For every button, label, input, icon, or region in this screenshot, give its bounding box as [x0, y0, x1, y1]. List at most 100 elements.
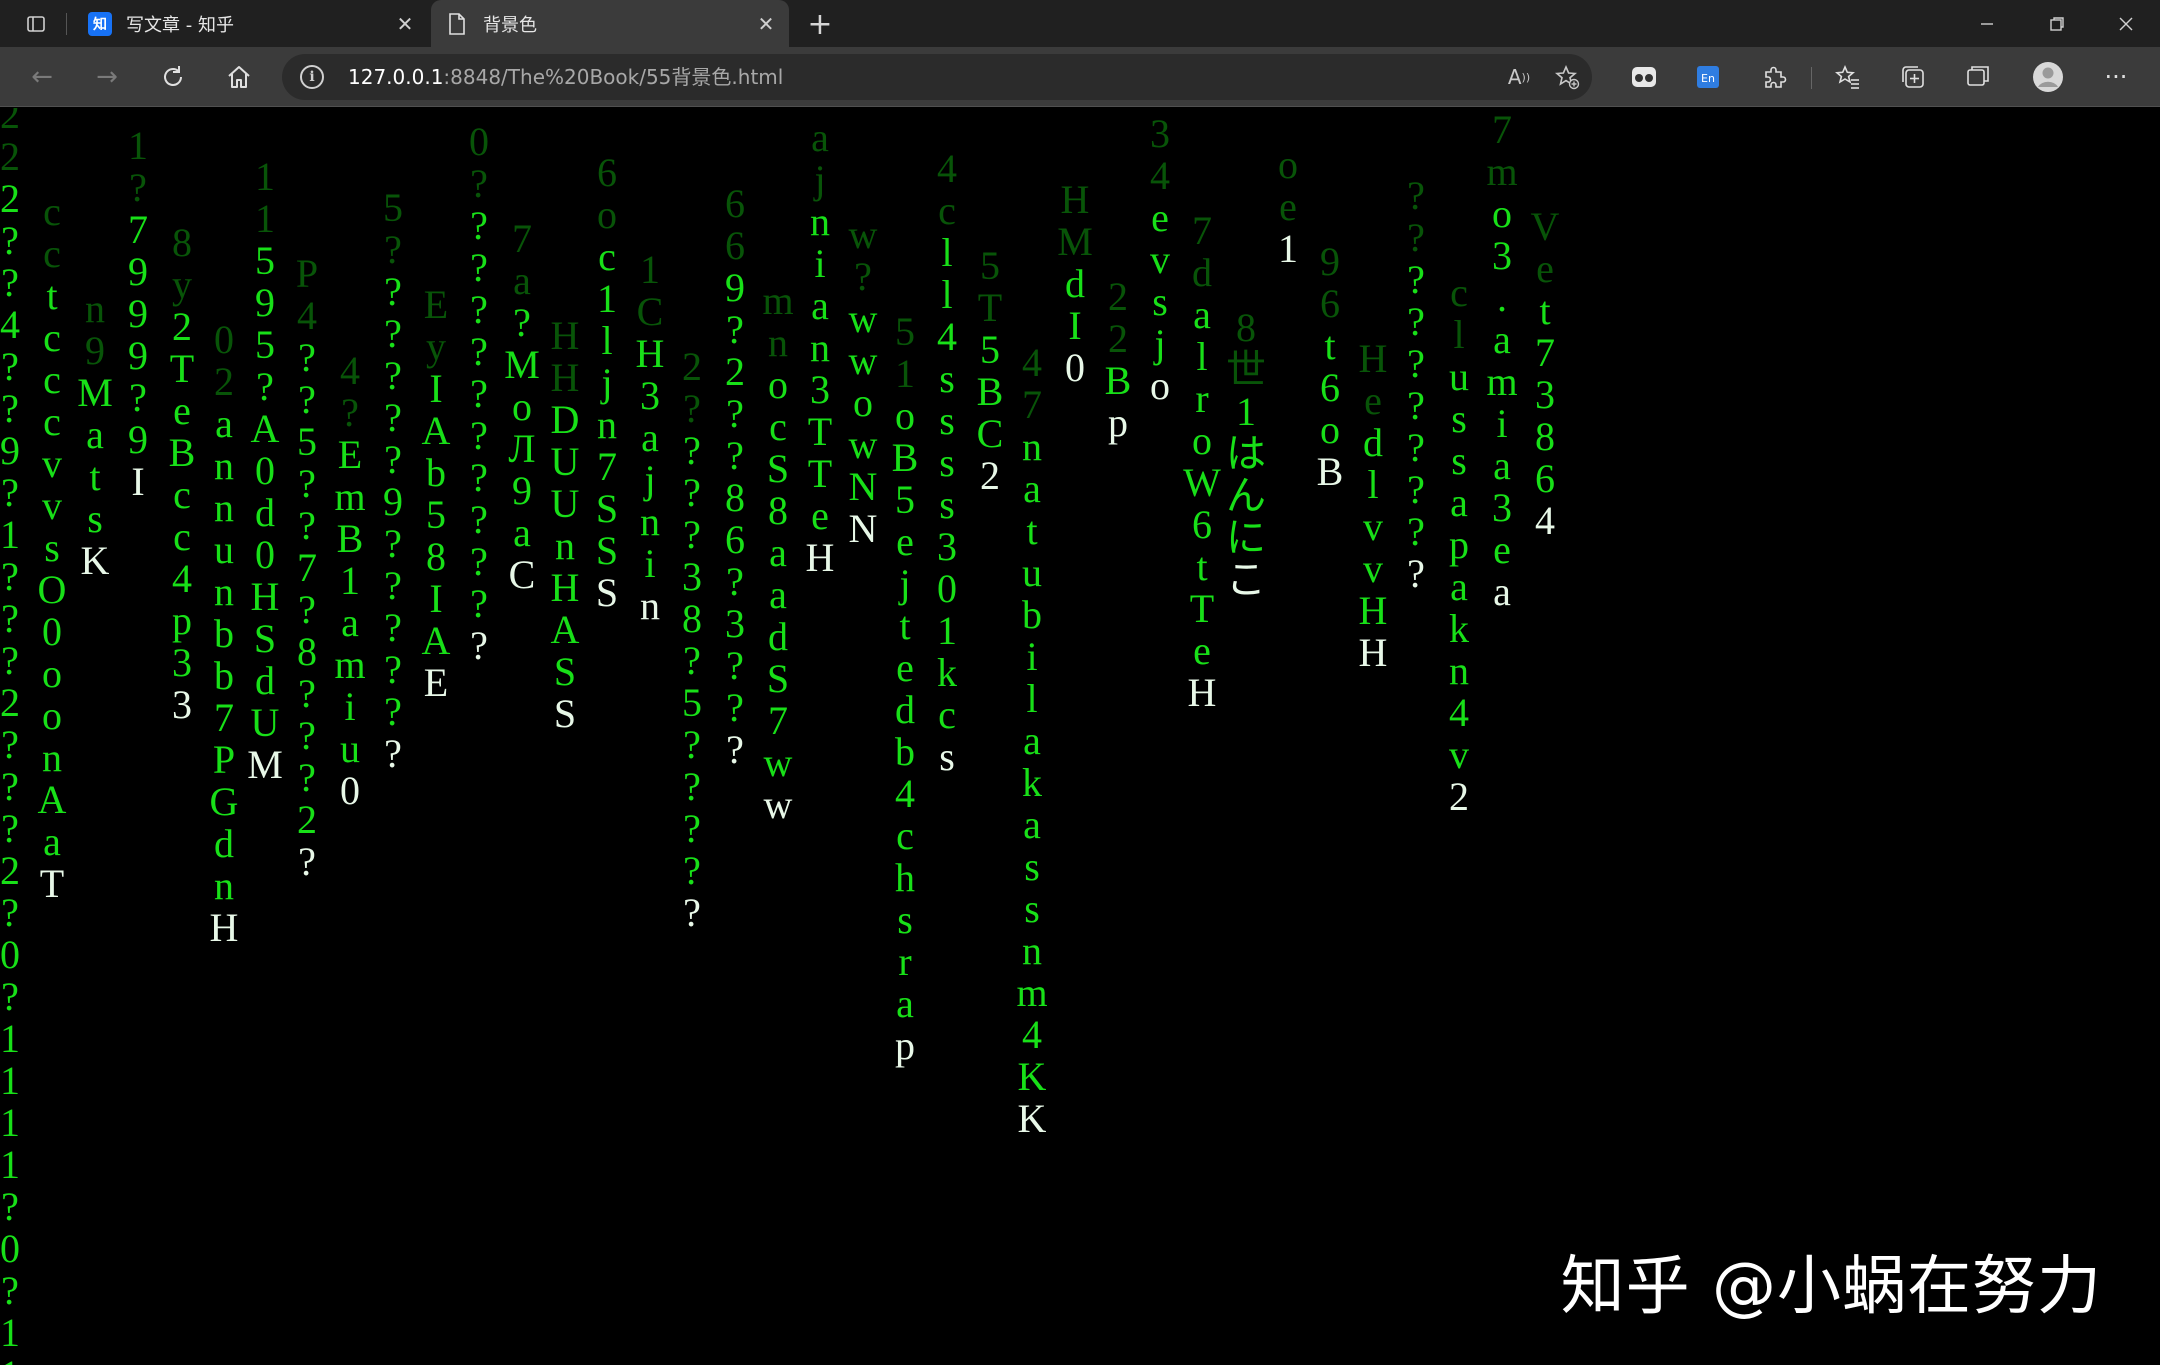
- rain-glyph: j: [599, 360, 612, 405]
- rain-glyph: 1: [0, 1016, 20, 1061]
- close-tab-icon[interactable]: ✕: [390, 12, 420, 36]
- rain-glyph: e: [1151, 195, 1169, 240]
- refresh-icon[interactable]: [151, 55, 195, 99]
- screenshot-share-icon[interactable]: [1956, 55, 2000, 99]
- rain-glyph: n: [555, 523, 575, 568]
- restore-icon[interactable]: [2025, 0, 2089, 47]
- rain-glyph: i: [1026, 634, 1037, 679]
- rain-glyph: c: [43, 189, 61, 234]
- rain-glyph: ?: [1407, 509, 1425, 554]
- rain-glyph: s: [87, 496, 103, 541]
- rain-glyph: 2: [0, 848, 20, 893]
- rain-glyph: a: [1493, 443, 1511, 488]
- rain-glyph: r: [1195, 376, 1208, 421]
- profile-avatar-icon[interactable]: [2026, 55, 2070, 99]
- rain-glyph: ?: [470, 539, 488, 584]
- rain-glyph: l: [941, 272, 952, 317]
- rain-glyph: A: [422, 618, 451, 663]
- tab-zhihu[interactable]: 知 写文章 - 知乎 ✕: [74, 0, 428, 47]
- rain-column: 1CH3ajnin: [636, 247, 665, 628]
- rain-column: 8y2TeBcc4p33: [169, 220, 196, 727]
- rain-glyph: S: [254, 616, 276, 661]
- rain-glyph: s: [44, 525, 60, 570]
- favorites-icon[interactable]: [1826, 55, 1870, 99]
- rain-glyph: t: [46, 273, 57, 318]
- rain-glyph: a: [769, 572, 787, 617]
- rain-glyph: ?: [1, 596, 19, 641]
- rain-glyph: i: [644, 541, 655, 586]
- rain-glyph: ?: [384, 647, 402, 692]
- new-tab-button[interactable]: +: [800, 4, 840, 44]
- rain-glyph: ?: [298, 335, 316, 380]
- rain-column: HHDUUnHASS: [551, 313, 580, 736]
- rain-glyph: e: [1279, 184, 1297, 229]
- rain-glyph: j: [642, 457, 655, 502]
- rain-glyph: ?: [513, 300, 531, 345]
- more-options-icon[interactable]: ···: [2094, 55, 2138, 99]
- rain-glyph: n: [640, 583, 660, 628]
- rain-glyph: ?: [384, 227, 402, 272]
- rain-glyph: ?: [384, 269, 402, 314]
- rain-glyph: n: [214, 863, 234, 908]
- rain-glyph: v: [1363, 504, 1383, 549]
- address-bar[interactable]: i 127.0.0.1:8848/The%20Book/55背景色.html A…: [282, 54, 1592, 100]
- url-path: :8848/The%20Book/55背景色.html: [443, 65, 784, 89]
- rain-glyph: p: [1449, 522, 1469, 567]
- rain-glyph: ?: [1, 554, 19, 599]
- add-favorite-icon[interactable]: [1552, 62, 1582, 92]
- read-aloud-icon[interactable]: A)): [1504, 62, 1534, 92]
- rain-glyph: 5: [255, 238, 275, 283]
- rain-glyph: ?: [683, 806, 701, 851]
- rain-glyph: I: [1068, 303, 1081, 348]
- rain-glyph: c: [938, 692, 956, 737]
- rain-glyph: w: [764, 740, 793, 785]
- rain-glyph: 2: [0, 176, 20, 221]
- rain-glyph: 4: [1022, 1012, 1042, 1057]
- tab-actions-icon[interactable]: [4, 0, 68, 47]
- rain-glyph: 4: [340, 348, 360, 393]
- rain-glyph: ?: [1, 1268, 19, 1313]
- rain-glyph: n: [768, 320, 788, 365]
- rain-glyph: a: [1450, 480, 1468, 525]
- rain-glyph: a: [641, 415, 659, 460]
- rain-glyph: v: [42, 483, 62, 528]
- rain-glyph: Л: [508, 426, 535, 471]
- collections-icon[interactable]: [1891, 55, 1935, 99]
- back-arrow-icon[interactable]: ←: [20, 55, 64, 99]
- rain-glyph: v: [42, 441, 62, 486]
- rain-glyph: ?: [726, 433, 744, 478]
- rain-glyph: ?: [683, 470, 701, 515]
- minimize-icon[interactable]: [1955, 0, 2019, 47]
- url-text[interactable]: 127.0.0.1:8848/The%20Book/55背景色.html: [348, 54, 783, 100]
- rain-glyph: 8: [172, 220, 192, 265]
- rain-glyph: s: [939, 482, 955, 527]
- rain-glyph: T: [170, 346, 194, 391]
- home-icon[interactable]: [217, 55, 261, 99]
- rain-glyph: 0: [0, 1226, 20, 1271]
- rain-glyph: s: [1451, 438, 1467, 483]
- rain-glyph: k: [937, 650, 957, 695]
- rain-glyph: N: [849, 506, 878, 551]
- rain-glyph: d: [1363, 420, 1383, 465]
- tab-background-color[interactable]: 背景色 ✕: [431, 0, 789, 47]
- rain-glyph: a: [86, 412, 104, 457]
- forward-arrow-icon[interactable]: →: [85, 55, 129, 99]
- rain-glyph: a: [1450, 564, 1468, 609]
- extension-glasses-icon[interactable]: [1622, 55, 1666, 99]
- rain-glyph: 5: [682, 680, 702, 725]
- rain-column: oe1: [1278, 142, 1298, 271]
- rain-glyph: ?: [470, 203, 488, 248]
- rain-glyph: a: [513, 258, 531, 303]
- rain-glyph: ?: [1, 764, 19, 809]
- site-info-icon[interactable]: i: [300, 65, 324, 89]
- close-tab-icon[interactable]: ✕: [751, 12, 781, 36]
- extensions-puzzle-icon[interactable]: [1752, 55, 1796, 99]
- rain-glyph: c: [896, 813, 914, 858]
- translate-extension-icon[interactable]: En: [1686, 55, 1730, 99]
- rain-glyph: H: [210, 905, 239, 950]
- rain-glyph: ?: [683, 764, 701, 809]
- rain-glyph: ?: [1, 638, 19, 683]
- rain-glyph: s: [1451, 396, 1467, 441]
- rain-glyph: S: [767, 446, 789, 491]
- close-window-icon[interactable]: [2094, 0, 2158, 47]
